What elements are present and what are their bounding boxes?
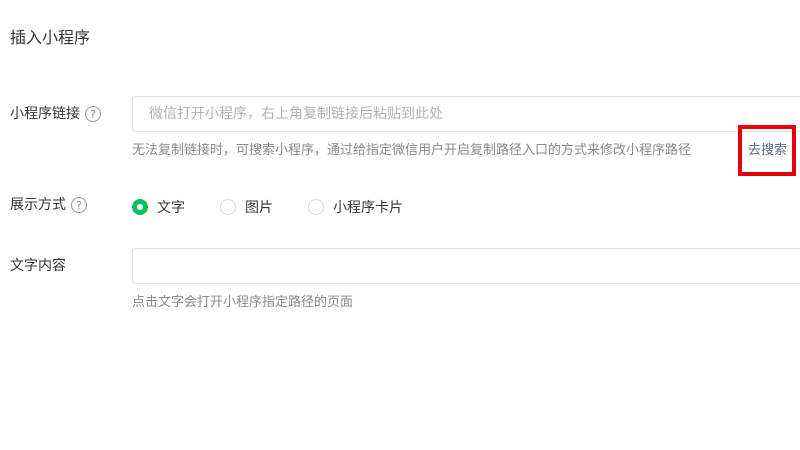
text-content-input[interactable] (133, 249, 800, 283)
text-content-label: 文字内容 (10, 256, 66, 276)
question-circle-icon[interactable]: ? (85, 106, 101, 122)
radio-option-image[interactable]: 图片 (220, 197, 273, 217)
text-content-input-wrapper (132, 248, 800, 284)
mini-program-link-label: 小程序链接 ? (10, 104, 101, 124)
highlight-annotation-box (738, 125, 796, 176)
mini-program-link-label-text: 小程序链接 (10, 106, 80, 122)
dialog-title: 插入小程序 (10, 28, 91, 47)
text-content-label-text: 文字内容 (10, 258, 66, 274)
mini-program-link-hint: 无法复制链接时，可搜索小程序，通过给指定微信用户开启复制路径入口的方式来修改小程… (132, 143, 692, 158)
radio-checked-icon[interactable] (132, 199, 148, 215)
question-circle-icon[interactable]: ? (71, 197, 87, 213)
radio-option-label: 小程序卡片 (333, 200, 403, 216)
mini-program-link-input[interactable] (133, 97, 800, 131)
mini-program-link-input-wrapper (132, 96, 800, 132)
radio-option-label: 文字 (157, 200, 185, 216)
text-content-hint: 点击文字会打开小程序指定路径的页面 (132, 295, 354, 310)
radio-option-text[interactable]: 文字 (132, 197, 185, 217)
insert-mini-program-dialog: 插入小程序 小程序链接 ? 无法复制链接时，可搜索小程序，通过给指定微信用户开启… (0, 0, 800, 450)
radio-option-label: 图片 (245, 200, 273, 216)
display-mode-label-text: 展示方式 (10, 197, 66, 213)
radio-unchecked-icon[interactable] (220, 199, 236, 215)
display-mode-label: 展示方式 ? (10, 195, 87, 215)
radio-unchecked-icon[interactable] (308, 199, 324, 215)
radio-option-card[interactable]: 小程序卡片 (308, 197, 403, 217)
display-mode-radio-group: 文字 图片 小程序卡片 (132, 197, 438, 217)
